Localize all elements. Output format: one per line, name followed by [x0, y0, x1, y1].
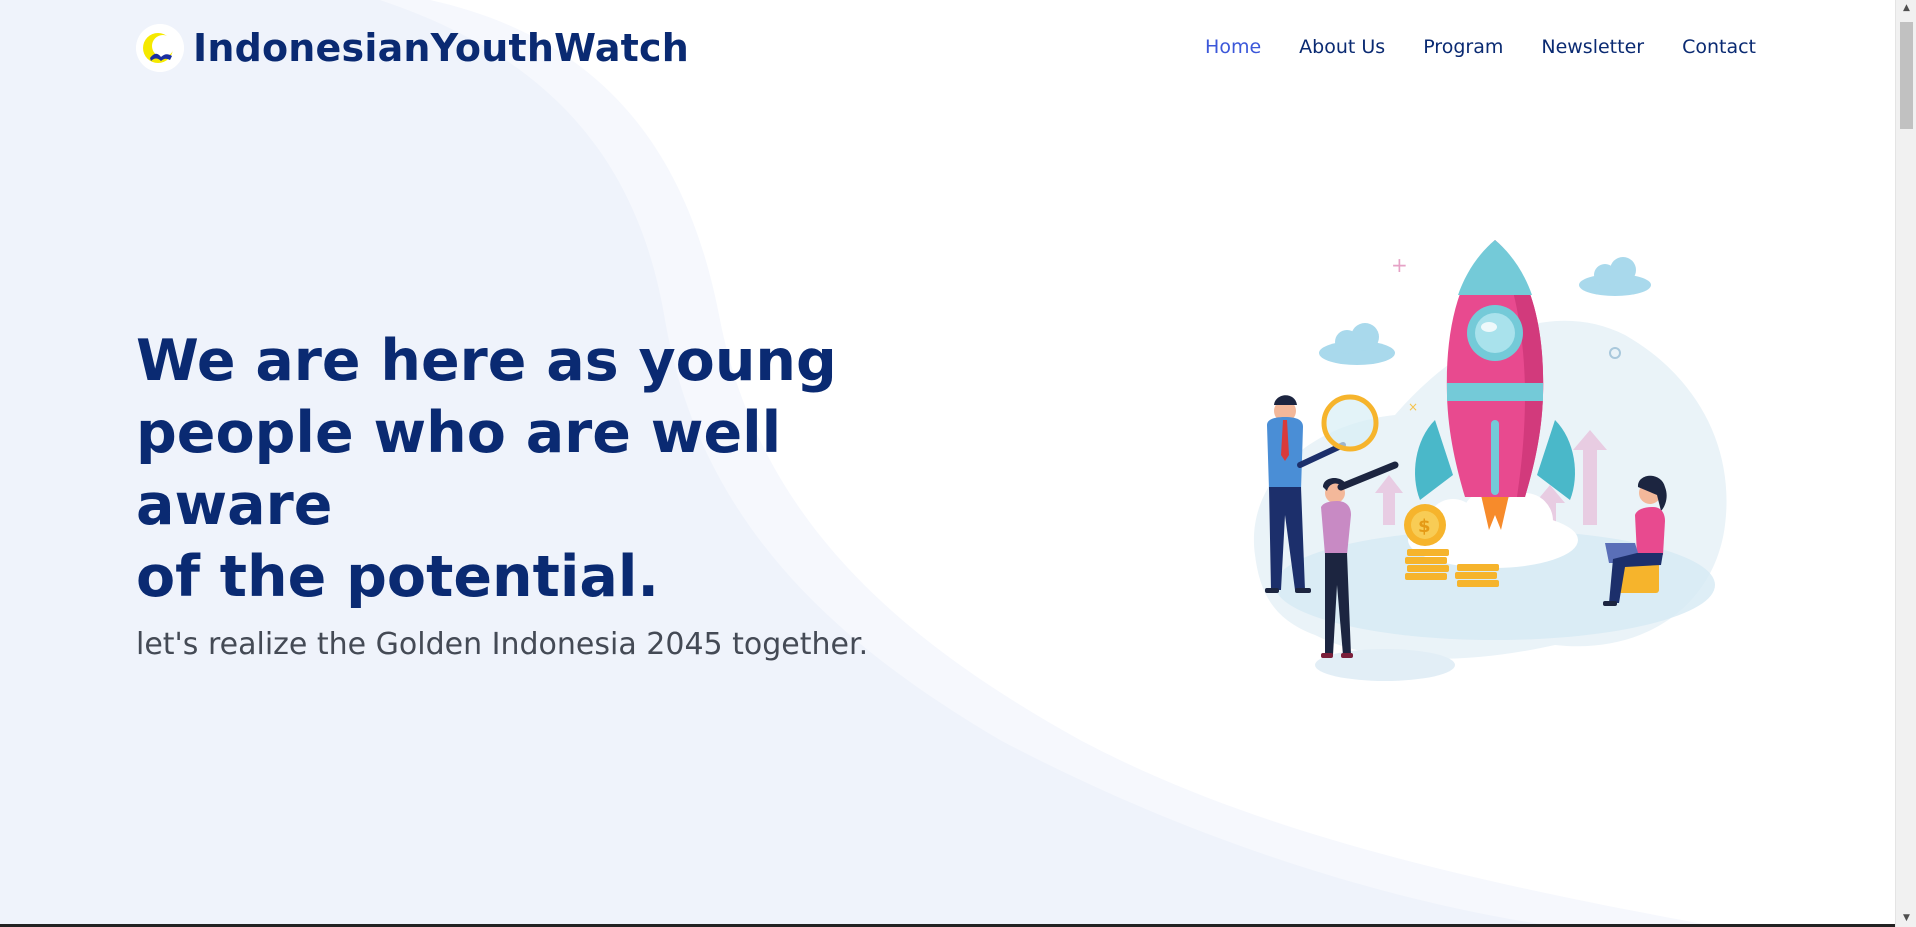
page-viewport: IndonesianYouthWatch Home About Us Progr… [0, 0, 1895, 927]
brand-link[interactable]: IndonesianYouthWatch [136, 24, 689, 72]
hero-headline-line-3: of the potential. [136, 544, 660, 610]
scroll-down-arrow-icon[interactable]: ▼ [1896, 910, 1916, 927]
sun-crescent-logo-icon [136, 24, 184, 72]
hero-section: We are here as young people who are well… [136, 325, 956, 662]
scroll-up-arrow-icon[interactable]: ▲ [1896, 0, 1916, 17]
nav-item-program[interactable]: Program [1423, 36, 1503, 58]
svg-text:$: $ [1418, 516, 1431, 537]
hero-headline: We are here as young people who are well… [136, 325, 956, 613]
nav-item-home[interactable]: Home [1205, 36, 1261, 58]
startup-rocket-illustration: + × $ [1253, 240, 1727, 681]
svg-text:×: × [1408, 400, 1418, 414]
nav-item-contact[interactable]: Contact [1682, 36, 1756, 58]
site-header: IndonesianYouthWatch Home About Us Progr… [0, 0, 1895, 100]
nav-item-newsletter[interactable]: Newsletter [1541, 36, 1644, 58]
hero-headline-line-2: people who are well aware [136, 400, 782, 538]
svg-text:+: + [1391, 253, 1408, 277]
brand-name: IndonesianYouthWatch [193, 26, 690, 70]
hero-headline-line-1: We are here as young [136, 328, 837, 394]
nav-item-about-us[interactable]: About Us [1299, 36, 1385, 58]
scroll-thumb[interactable] [1900, 22, 1913, 129]
vertical-scrollbar[interactable]: ▲ ▼ [1895, 0, 1916, 927]
hero-subtitle: let's realize the Golden Indonesia 2045 … [136, 627, 869, 662]
main-nav: Home About Us Program Newsletter Contact [1205, 36, 1756, 58]
